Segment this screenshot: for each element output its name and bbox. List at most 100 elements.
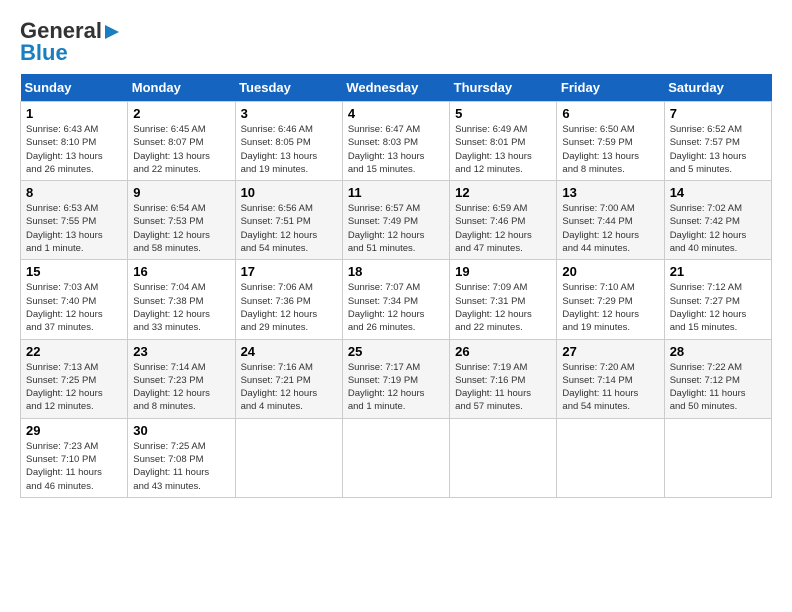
day-info: Sunrise: 7:13 AM Sunset: 7:25 PM Dayligh… — [26, 361, 122, 414]
day-info: Sunrise: 6:47 AM Sunset: 8:03 PM Dayligh… — [348, 123, 444, 176]
day-info: Sunrise: 6:45 AM Sunset: 8:07 PM Dayligh… — [133, 123, 229, 176]
day-number: 8 — [26, 185, 122, 200]
day-info: Sunrise: 6:46 AM Sunset: 8:05 PM Dayligh… — [241, 123, 337, 176]
day-info: Sunrise: 7:25 AM Sunset: 7:08 PM Dayligh… — [133, 440, 229, 493]
col-wednesday: Wednesday — [342, 74, 449, 102]
day-info: Sunrise: 6:59 AM Sunset: 7:46 PM Dayligh… — [455, 202, 551, 255]
header-row: Sunday Monday Tuesday Wednesday Thursday… — [21, 74, 772, 102]
day-info: Sunrise: 7:03 AM Sunset: 7:40 PM Dayligh… — [26, 281, 122, 334]
day-number: 2 — [133, 106, 229, 121]
day-info: Sunrise: 7:16 AM Sunset: 7:21 PM Dayligh… — [241, 361, 337, 414]
col-sunday: Sunday — [21, 74, 128, 102]
calendar-cell: 6 Sunrise: 6:50 AM Sunset: 7:59 PM Daylig… — [557, 102, 664, 181]
calendar-cell: 9 Sunrise: 6:54 AM Sunset: 7:53 PM Daylig… — [128, 181, 235, 260]
calendar-cell: 22 Sunrise: 7:13 AM Sunset: 7:25 PM Dayli… — [21, 339, 128, 418]
day-number: 5 — [455, 106, 551, 121]
col-saturday: Saturday — [664, 74, 771, 102]
calendar-cell: 29 Sunrise: 7:23 AM Sunset: 7:10 PM Dayli… — [21, 418, 128, 497]
day-number: 3 — [241, 106, 337, 121]
calendar-cell: 10 Sunrise: 6:56 AM Sunset: 7:51 PM Dayli… — [235, 181, 342, 260]
calendar-cell: 13 Sunrise: 7:00 AM Sunset: 7:44 PM Dayli… — [557, 181, 664, 260]
calendar-week-2: 8 Sunrise: 6:53 AM Sunset: 7:55 PM Daylig… — [21, 181, 772, 260]
calendar-week-4: 22 Sunrise: 7:13 AM Sunset: 7:25 PM Dayli… — [21, 339, 772, 418]
day-number: 28 — [670, 344, 766, 359]
day-info: Sunrise: 7:17 AM Sunset: 7:19 PM Dayligh… — [348, 361, 444, 414]
day-number: 23 — [133, 344, 229, 359]
calendar-cell — [557, 418, 664, 497]
day-number: 14 — [670, 185, 766, 200]
day-info: Sunrise: 6:54 AM Sunset: 7:53 PM Dayligh… — [133, 202, 229, 255]
col-tuesday: Tuesday — [235, 74, 342, 102]
calendar-cell: 27Sunrise: 7:20 AM Sunset: 7:14 PM Dayli… — [557, 339, 664, 418]
calendar-cell: 18Sunrise: 7:07 AM Sunset: 7:34 PM Dayli… — [342, 260, 449, 339]
calendar-cell: 7 Sunrise: 6:52 AM Sunset: 7:57 PM Daylig… — [664, 102, 771, 181]
calendar-cell: 14 Sunrise: 7:02 AM Sunset: 7:42 PM Dayli… — [664, 181, 771, 260]
calendar-cell — [664, 418, 771, 497]
day-number: 17 — [241, 264, 337, 279]
day-info: Sunrise: 7:22 AM Sunset: 7:12 PM Dayligh… — [670, 361, 766, 414]
calendar-cell: 19Sunrise: 7:09 AM Sunset: 7:31 PM Dayli… — [450, 260, 557, 339]
day-info: Sunrise: 6:57 AM Sunset: 7:49 PM Dayligh… — [348, 202, 444, 255]
calendar-cell: 30 Sunrise: 7:25 AM Sunset: 7:08 PM Dayli… — [128, 418, 235, 497]
calendar-cell: 20 Sunrise: 7:10 AM Sunset: 7:29 PM Dayli… — [557, 260, 664, 339]
day-info: Sunrise: 7:23 AM Sunset: 7:10 PM Dayligh… — [26, 440, 122, 493]
day-info: Sunrise: 6:52 AM Sunset: 7:57 PM Dayligh… — [670, 123, 766, 176]
day-info: Sunrise: 6:49 AM Sunset: 8:01 PM Dayligh… — [455, 123, 551, 176]
calendar-cell — [342, 418, 449, 497]
day-number: 29 — [26, 423, 122, 438]
day-info: Sunrise: 7:00 AM Sunset: 7:44 PM Dayligh… — [562, 202, 658, 255]
day-info: Sunrise: 7:04 AM Sunset: 7:38 PM Dayligh… — [133, 281, 229, 334]
day-number: 26 — [455, 344, 551, 359]
day-number: 30 — [133, 423, 229, 438]
day-info: Sunrise: 6:50 AM Sunset: 7:59 PM Dayligh… — [562, 123, 658, 176]
day-info: Sunrise: 7:09 AM Sunset: 7:31 PM Dayligh… — [455, 281, 551, 334]
day-number: 7 — [670, 106, 766, 121]
calendar-cell: 2 Sunrise: 6:45 AM Sunset: 8:07 PM Daylig… — [128, 102, 235, 181]
calendar-cell: 5 Sunrise: 6:49 AM Sunset: 8:01 PM Daylig… — [450, 102, 557, 181]
day-info: Sunrise: 7:02 AM Sunset: 7:42 PM Dayligh… — [670, 202, 766, 255]
day-number: 6 — [562, 106, 658, 121]
day-number: 24 — [241, 344, 337, 359]
col-thursday: Thursday — [450, 74, 557, 102]
calendar-cell: 16 Sunrise: 7:04 AM Sunset: 7:38 PM Dayli… — [128, 260, 235, 339]
calendar-cell: 3 Sunrise: 6:46 AM Sunset: 8:05 PM Daylig… — [235, 102, 342, 181]
col-friday: Friday — [557, 74, 664, 102]
day-number: 22 — [26, 344, 122, 359]
day-info: Sunrise: 7:19 AM Sunset: 7:16 PM Dayligh… — [455, 361, 551, 414]
day-info: Sunrise: 6:56 AM Sunset: 7:51 PM Dayligh… — [241, 202, 337, 255]
day-number: 13 — [562, 185, 658, 200]
calendar-cell: 1Sunrise: 6:43 AM Sunset: 8:10 PM Daylig… — [21, 102, 128, 181]
calendar-body: 1Sunrise: 6:43 AM Sunset: 8:10 PM Daylig… — [21, 102, 772, 498]
page: General Blue Sunday Monday Tuesday Wedne… — [0, 0, 792, 508]
calendar-cell: 23 Sunrise: 7:14 AM Sunset: 7:23 PM Dayli… — [128, 339, 235, 418]
day-number: 21 — [670, 264, 766, 279]
calendar-cell — [450, 418, 557, 497]
day-number: 9 — [133, 185, 229, 200]
day-number: 10 — [241, 185, 337, 200]
day-info: Sunrise: 6:43 AM Sunset: 8:10 PM Dayligh… — [26, 123, 122, 176]
day-info: Sunrise: 7:12 AM Sunset: 7:27 PM Dayligh… — [670, 281, 766, 334]
calendar-week-5: 29 Sunrise: 7:23 AM Sunset: 7:10 PM Dayli… — [21, 418, 772, 497]
calendar-cell: 21 Sunrise: 7:12 AM Sunset: 7:27 PM Dayli… — [664, 260, 771, 339]
day-number: 18 — [348, 264, 444, 279]
calendar-cell: 17Sunrise: 7:06 AM Sunset: 7:36 PM Dayli… — [235, 260, 342, 339]
day-info: Sunrise: 7:14 AM Sunset: 7:23 PM Dayligh… — [133, 361, 229, 414]
logo-arrow-icon — [105, 25, 119, 39]
calendar-cell: 28 Sunrise: 7:22 AM Sunset: 7:12 PM Dayli… — [664, 339, 771, 418]
day-number: 27 — [562, 344, 658, 359]
day-number: 4 — [348, 106, 444, 121]
calendar-cell: 25 Sunrise: 7:17 AM Sunset: 7:19 PM Dayli… — [342, 339, 449, 418]
calendar-cell: 26 Sunrise: 7:19 AM Sunset: 7:16 PM Dayli… — [450, 339, 557, 418]
calendar-table: Sunday Monday Tuesday Wednesday Thursday… — [20, 74, 772, 498]
calendar-cell: 11 Sunrise: 6:57 AM Sunset: 7:49 PM Dayli… — [342, 181, 449, 260]
day-number: 16 — [133, 264, 229, 279]
logo-blue: Blue — [20, 40, 68, 66]
day-number: 20 — [562, 264, 658, 279]
calendar-cell: 24 Sunrise: 7:16 AM Sunset: 7:21 PM Dayli… — [235, 339, 342, 418]
day-number: 25 — [348, 344, 444, 359]
day-info: Sunrise: 6:53 AM Sunset: 7:55 PM Dayligh… — [26, 202, 122, 255]
day-info: Sunrise: 7:10 AM Sunset: 7:29 PM Dayligh… — [562, 281, 658, 334]
day-number: 15 — [26, 264, 122, 279]
day-number: 11 — [348, 185, 444, 200]
day-number: 12 — [455, 185, 551, 200]
